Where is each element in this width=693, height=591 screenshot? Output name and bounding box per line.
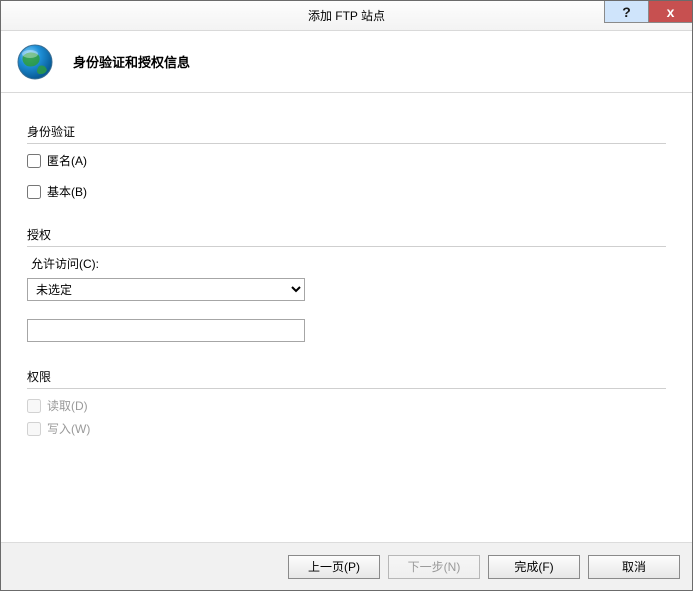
basic-label: 基本(B) <box>47 183 87 200</box>
allow-access-select[interactable]: 未选定 <box>27 278 305 301</box>
finish-button[interactable]: 完成(F) <box>488 555 580 579</box>
write-checkbox-row: 写入(W) <box>27 420 666 437</box>
anonymous-label: 匿名(A) <box>47 152 87 169</box>
titlebar: 添加 FTP 站点 ? x <box>1 1 692 31</box>
wizard-header: 身份验证和授权信息 <box>1 31 692 93</box>
titlebar-buttons: ? x <box>604 1 692 23</box>
basic-checkbox-row[interactable]: 基本(B) <box>27 183 666 200</box>
help-button[interactable]: ? <box>604 1 648 23</box>
close-icon: x <box>667 4 675 20</box>
close-button[interactable]: x <box>648 1 692 23</box>
anonymous-checkbox[interactable] <box>27 154 41 168</box>
write-checkbox <box>27 422 41 436</box>
allow-access-textbox[interactable] <box>27 319 305 342</box>
window-title: 添加 FTP 站点 <box>308 7 385 24</box>
next-button: 下一步(N) <box>388 555 480 579</box>
help-icon: ? <box>622 4 631 20</box>
wizard-footer: 上一页(P) 下一步(N) 完成(F) 取消 <box>1 542 692 590</box>
write-label: 写入(W) <box>47 420 90 437</box>
authorization-group-label: 授权 <box>27 226 666 247</box>
basic-checkbox[interactable] <box>27 185 41 199</box>
read-checkbox <box>27 399 41 413</box>
authentication-group-label: 身份验证 <box>27 123 666 144</box>
wizard-body: 身份验证 匿名(A) 基本(B) 授权 允许访问(C): 未选定 权限 读取(D… <box>1 93 692 542</box>
read-label: 读取(D) <box>47 397 88 414</box>
globe-icon <box>15 42 55 82</box>
previous-button[interactable]: 上一页(P) <box>288 555 380 579</box>
permissions-group-label: 权限 <box>27 368 666 389</box>
read-checkbox-row: 读取(D) <box>27 397 666 414</box>
allow-access-label: 允许访问(C): <box>31 255 666 272</box>
cancel-button[interactable]: 取消 <box>588 555 680 579</box>
dialog-add-ftp-site: 添加 FTP 站点 ? x <box>0 0 693 591</box>
page-title: 身份验证和授权信息 <box>73 52 190 71</box>
anonymous-checkbox-row[interactable]: 匿名(A) <box>27 152 666 169</box>
